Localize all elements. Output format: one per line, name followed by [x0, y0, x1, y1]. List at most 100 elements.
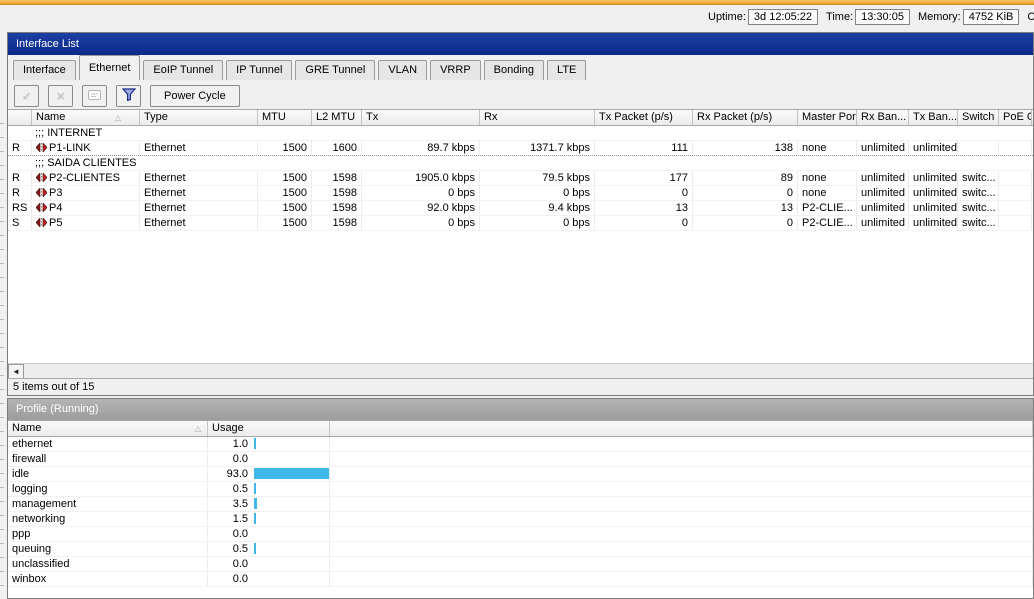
- ethernet-interface-icon: [35, 142, 48, 155]
- cell-type: Ethernet: [140, 201, 258, 215]
- cell-rxp: 89: [693, 171, 798, 185]
- cell-poe: [999, 171, 1032, 185]
- tab-vrrp[interactable]: VRRP: [430, 60, 481, 80]
- comment-row[interactable]: ;;; INTERNET: [8, 126, 1033, 141]
- cell-type: Ethernet: [140, 141, 258, 155]
- column-header-label: Tx Packet (p/s): [599, 111, 673, 123]
- profile-row-ppp[interactable]: ppp 0.0: [8, 527, 1033, 542]
- comment-row[interactable]: ;;; SAIDA CLIENTES: [8, 156, 1033, 171]
- column-header-name[interactable]: Name △: [32, 110, 140, 125]
- comment-button[interactable]: [82, 85, 107, 107]
- cell-poe: [999, 141, 1032, 155]
- tab-ethernet[interactable]: Ethernet: [78, 55, 141, 80]
- column-header-rx[interactable]: Rx: [480, 110, 595, 125]
- profile-row-management[interactable]: management 3.5: [8, 497, 1033, 512]
- interface-row-p3[interactable]: R P3 Ethernet 1500 1598 0 bps 0 bps 0 0 none unlim…: [8, 186, 1033, 201]
- memory-label: Memory:: [917, 11, 961, 23]
- cell-rx: 0 bps: [480, 216, 595, 230]
- profile-row-idle[interactable]: idle 93.0: [8, 467, 1033, 482]
- cell-type: Ethernet: [140, 186, 258, 200]
- scroll-left-button[interactable]: ◄: [8, 363, 24, 379]
- cell-rxp: 13: [693, 201, 798, 215]
- cell-rx: 0 bps: [480, 186, 595, 200]
- cell-master: none: [798, 141, 857, 155]
- cell-profile-usage: 1.5: [208, 512, 330, 526]
- tab-interface[interactable]: Interface: [13, 60, 76, 80]
- disable-button[interactable]: ✕: [48, 85, 73, 107]
- cell-profile-usage: 0.5: [208, 542, 330, 556]
- profile-title: Profile (Running): [16, 403, 99, 415]
- column-header-poe-ou[interactable]: PoE Ou: [999, 110, 1032, 125]
- interface-table-header: Name △ Type MTU L2 MTU Tx Rx Tx Packet (p/s) Rx …: [8, 109, 1033, 126]
- column-header-label: Type: [144, 111, 168, 123]
- interface-list-titlebar[interactable]: Interface List: [8, 33, 1033, 55]
- cell-rxban: unlimited: [857, 186, 909, 200]
- interface-row-p4[interactable]: RS P4 Ethernet 1500 1598 92.0 kbps 9.4 kbps 13 1…: [8, 201, 1033, 216]
- column-header-master-port[interactable]: Master Port: [798, 110, 857, 125]
- usage-value: 0.0: [232, 573, 248, 585]
- profile-row-ethernet[interactable]: ethernet 1.0: [8, 437, 1033, 452]
- cell-txp: 0: [595, 186, 693, 200]
- column-header-name[interactable]: Name △: [8, 421, 208, 436]
- column-header-label: PoE Ou: [1003, 111, 1031, 123]
- column-header-flags[interactable]: [8, 110, 32, 125]
- column-header-tx-ban-[interactable]: Tx Ban...: [909, 110, 958, 125]
- interface-row-p2-clientes[interactable]: R P2-CLIENTES Ethernet 1500 1598 1905.0 kbps 7…: [8, 171, 1033, 186]
- tab-bonding[interactable]: Bonding: [483, 60, 545, 80]
- cell-profile-name: management: [8, 497, 208, 511]
- cell-master: P2-CLIE...: [798, 201, 857, 215]
- profile-row-winbox[interactable]: winbox 0.0: [8, 572, 1033, 587]
- cell-profile-usage: 0.5: [208, 482, 330, 496]
- cell-tx: 89.7 kbps: [362, 141, 480, 155]
- cell-filler: [330, 557, 1033, 571]
- tab-lte[interactable]: LTE: [547, 60, 587, 80]
- cell-tx: 92.0 kbps: [362, 201, 480, 215]
- column-header-label: L2 MTU: [316, 111, 356, 123]
- profile-row-queuing[interactable]: queuing 0.5: [8, 542, 1033, 557]
- tab-ip-tunnel[interactable]: IP Tunnel: [226, 60, 293, 80]
- cell-profile-name: idle: [8, 467, 208, 481]
- sort-asc-icon: △: [114, 113, 121, 122]
- tab-gre-tunnel[interactable]: GRE Tunnel: [295, 60, 376, 80]
- background-row-ticks: [0, 110, 4, 599]
- profile-row-logging[interactable]: logging 0.5: [8, 482, 1033, 497]
- profile-row-firewall[interactable]: firewall 0.0: [8, 452, 1033, 467]
- column-header-tx[interactable]: Tx: [362, 110, 480, 125]
- power-cycle-button[interactable]: Power Cycle: [150, 85, 240, 107]
- cell-l2mtu: 1598: [312, 186, 362, 200]
- column-header-mtu[interactable]: MTU: [258, 110, 312, 125]
- tab-eoip-tunnel[interactable]: EoIP Tunnel: [143, 60, 224, 80]
- cell-txp: 177: [595, 171, 693, 185]
- profile-row-unclassified[interactable]: unclassified 0.0: [8, 557, 1033, 572]
- column-header-label: Name: [12, 422, 42, 434]
- uptime-value: 3d 12:05:22: [747, 9, 819, 25]
- column-header-type[interactable]: Type: [140, 110, 258, 125]
- column-header-switch[interactable]: Switch: [958, 110, 999, 125]
- column-header-l2-mtu[interactable]: L2 MTU: [312, 110, 362, 125]
- comment-text: ;;; INTERNET: [35, 127, 103, 139]
- cell-name: P2-CLIENTES: [32, 171, 140, 185]
- interface-row-p5[interactable]: S P5 Ethernet 1500 1598 0 bps 0 bps 0 0 P2-CLIE..…: [8, 216, 1033, 231]
- cell-mtu: 1500: [258, 186, 312, 200]
- cell-flags: R: [8, 171, 32, 185]
- filter-button[interactable]: [116, 85, 141, 107]
- horizontal-scrollbar[interactable]: ◄: [8, 363, 1033, 379]
- column-header-usage[interactable]: Usage: [208, 421, 330, 436]
- cell-rxban: unlimited: [857, 141, 909, 155]
- cell-profile-name: firewall: [8, 452, 208, 466]
- column-header-rx-packet-p-s-[interactable]: Rx Packet (p/s): [693, 110, 798, 125]
- column-header-tx-packet-p-s-[interactable]: Tx Packet (p/s): [595, 110, 693, 125]
- cell-rxban: unlimited: [857, 216, 909, 230]
- interface-row-p1-link[interactable]: R P1-LINK Ethernet 1500 1600 89.7 kbps 1371.7 …: [8, 141, 1033, 156]
- enable-button[interactable]: ✓: [14, 85, 39, 107]
- column-header-rx-ban-[interactable]: Rx Ban...: [857, 110, 909, 125]
- column-header-label: Tx Ban...: [913, 111, 958, 123]
- profile-titlebar[interactable]: Profile (Running): [8, 399, 1033, 420]
- cell-tx: 0 bps: [362, 186, 480, 200]
- tab-vlan[interactable]: VLAN: [378, 60, 428, 80]
- usage-value: 0.0: [232, 558, 248, 570]
- system-stats: Uptime: 3d 12:05:22 Time: 13:30:05 Memory: 47…: [700, 9, 1034, 25]
- profile-row-networking[interactable]: networking 1.5: [8, 512, 1033, 527]
- cpu-label: CPU:: [1027, 11, 1034, 23]
- profile-table-header: Name △ Usage: [8, 420, 1033, 437]
